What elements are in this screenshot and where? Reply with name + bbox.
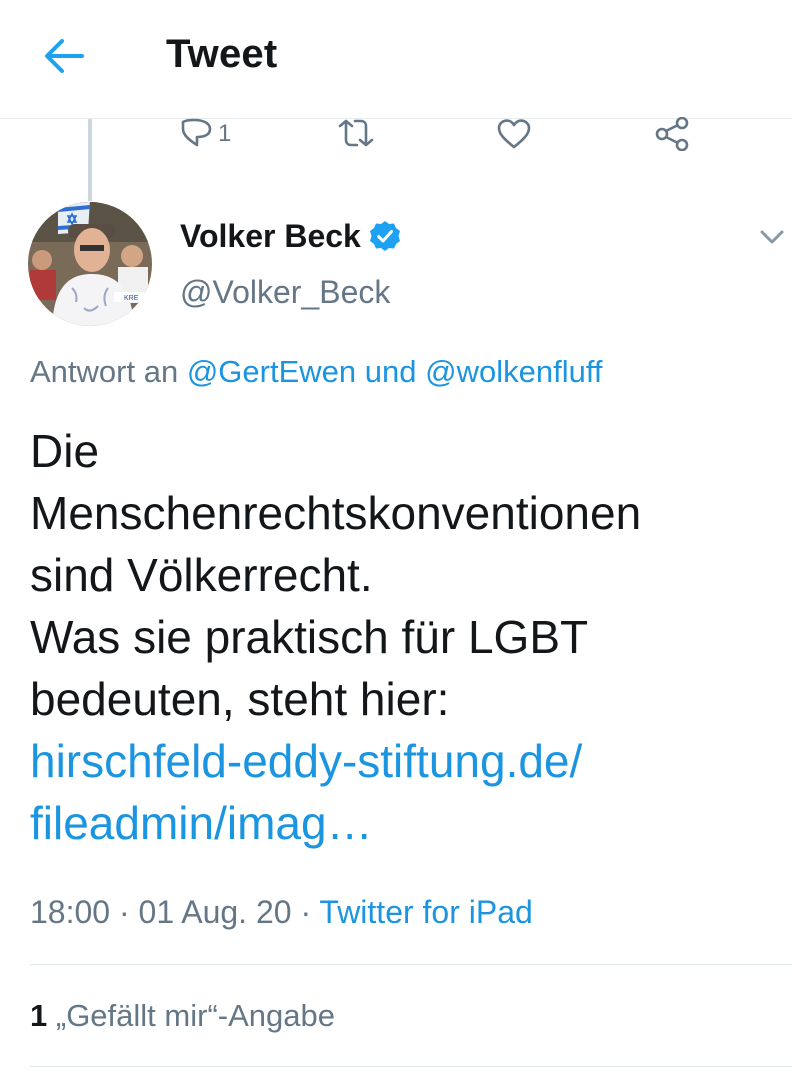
- tweet-link[interactable]: hirschfeld-eddy-stiftung.de/: [30, 730, 770, 792]
- tweet-menu-button[interactable]: [752, 222, 792, 252]
- author-handle[interactable]: @Volker_Beck: [180, 274, 390, 311]
- likes-label: „Gefällt mir“-Angabe: [55, 998, 335, 1033]
- tweet-date: 01 Aug. 20: [138, 894, 292, 930]
- author-name-row: Volker Beck: [180, 216, 401, 256]
- back-button[interactable]: [38, 32, 90, 80]
- tweet-line: Menschenrechtskonventionen: [30, 487, 642, 539]
- tweet-line: Die: [30, 425, 100, 477]
- reply-icon: [181, 118, 212, 147]
- profile-photo: KRE: [28, 202, 152, 326]
- svg-text:KRE: KRE: [124, 295, 139, 302]
- back-arrow-icon: [45, 39, 84, 73]
- retweet-button[interactable]: [336, 116, 376, 152]
- meta-separator: ·: [118, 894, 130, 930]
- avatar[interactable]: KRE: [28, 202, 152, 326]
- parent-tweet-actions: 1: [0, 112, 792, 154]
- likes-count: 1: [30, 998, 48, 1033]
- reply-button[interactable]: 1: [180, 116, 231, 152]
- like-button[interactable]: [496, 116, 532, 152]
- share-icon: [655, 117, 689, 151]
- divider: [30, 1066, 792, 1067]
- meta-separator: ·: [300, 894, 312, 930]
- divider: [30, 964, 792, 965]
- reply-to-prefix: Antwort an: [30, 354, 179, 389]
- reply-to-user-gertewen[interactable]: @GertEwen: [187, 354, 356, 389]
- chevron-down-icon: [760, 230, 784, 244]
- heart-icon: [497, 119, 531, 149]
- retweet-icon: [338, 119, 374, 147]
- reply-count: 1: [218, 120, 232, 147]
- tweet-time: 18:00: [30, 894, 111, 930]
- share-button[interactable]: [654, 116, 690, 152]
- tweet-link[interactable]: fileadmin/imag…: [30, 792, 770, 854]
- tweet-line: bedeuten, steht hier:: [30, 673, 450, 725]
- tweet-meta: 18:00 · 01 Aug. 20 · Twitter for iPad: [30, 894, 533, 931]
- verified-badge-icon: [369, 221, 400, 251]
- tweet-line: sind Völkerrecht.: [30, 549, 373, 601]
- reply-to-user-wolkenfluff[interactable]: @wolkenfluff: [425, 354, 602, 389]
- tweet-text: Die Menschenrechtskonventionen sind Völk…: [30, 420, 770, 854]
- reply-to-conjunction[interactable]: und: [365, 354, 417, 389]
- tweet-source[interactable]: Twitter for iPad: [319, 894, 532, 930]
- likes-stat[interactable]: 1 „Gefällt mir“-Angabe: [30, 998, 335, 1034]
- author-name[interactable]: Volker Beck: [180, 218, 361, 255]
- reply-to-line: Antwort an @GertEwen und @wolkenfluff: [30, 354, 603, 390]
- tweet-line: Was sie praktisch für LGBT: [30, 611, 589, 663]
- top-bar: Tweet: [0, 0, 792, 119]
- page-title: Tweet: [166, 32, 278, 76]
